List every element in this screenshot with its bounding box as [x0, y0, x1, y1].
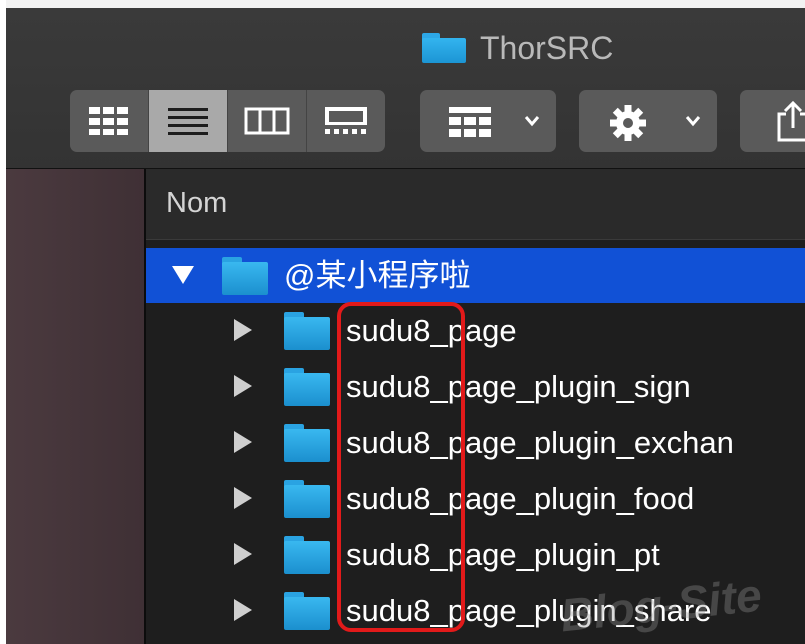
folder-label: sudu8_page_plugin_food	[346, 481, 695, 516]
list-view-icon[interactable]	[149, 90, 228, 152]
top-strip	[6, 0, 805, 8]
folder-row[interactable]: sudu8_page	[146, 303, 805, 358]
column-header-label: Nom	[166, 187, 228, 219]
sidebar	[6, 169, 146, 644]
folder-icon	[284, 536, 330, 574]
folder-icon	[284, 368, 330, 406]
folder-row[interactable]: sudu8_page_plugin_sign	[146, 359, 805, 414]
title-bar: ThorSRC	[6, 8, 805, 169]
gear-icon	[609, 104, 647, 147]
finder-window: ThorSRC Nom @某小程序啦 sudu8_page sudu8_page…	[6, 0, 805, 644]
disclosure-right-icon[interactable]	[234, 487, 252, 509]
window-title-text: ThorSRC	[480, 29, 614, 66]
folder-icon	[284, 312, 330, 350]
column-view-icon[interactable]	[228, 90, 307, 152]
disclosure-right-icon[interactable]	[234, 431, 252, 453]
folder-label: sudu8_page_plugin_pt	[346, 537, 660, 572]
disclosure-right-icon[interactable]	[234, 375, 252, 397]
disclosure-right-icon[interactable]	[234, 599, 252, 621]
folder-label: @某小程序啦	[284, 258, 471, 293]
folder-icon	[284, 592, 330, 630]
folder-row[interactable]: sudu8_page_plugin_exchan	[146, 415, 805, 470]
folder-icon	[422, 33, 466, 63]
folder-icon	[222, 257, 268, 295]
share-icon	[776, 100, 805, 147]
column-header-name[interactable]: Nom	[146, 169, 805, 240]
chevron-down-icon	[524, 114, 540, 132]
chevron-down-icon	[685, 114, 701, 132]
disclosure-down-icon[interactable]	[172, 266, 194, 284]
gallery-view-icon[interactable]	[307, 90, 385, 152]
share-button[interactable]	[740, 90, 805, 152]
folder-icon	[284, 424, 330, 462]
folder-row[interactable]: sudu8_page_plugin_food	[146, 471, 805, 526]
disclosure-right-icon[interactable]	[234, 543, 252, 565]
window-title: ThorSRC	[422, 26, 613, 70]
group-grid-icon	[448, 106, 492, 143]
disclosure-right-icon[interactable]	[234, 319, 252, 341]
icon-view-icon[interactable]	[70, 90, 149, 152]
folder-icon	[284, 480, 330, 518]
folder-row-parent[interactable]: @某小程序啦	[146, 248, 805, 303]
view-mode-control	[70, 90, 385, 152]
group-button[interactable]	[420, 90, 556, 152]
folder-label: sudu8_page_plugin_sign	[346, 369, 691, 404]
action-button[interactable]	[579, 90, 717, 152]
folder-label: sudu8_page	[346, 313, 517, 348]
folder-label: sudu8_page_plugin_exchan	[346, 425, 734, 460]
